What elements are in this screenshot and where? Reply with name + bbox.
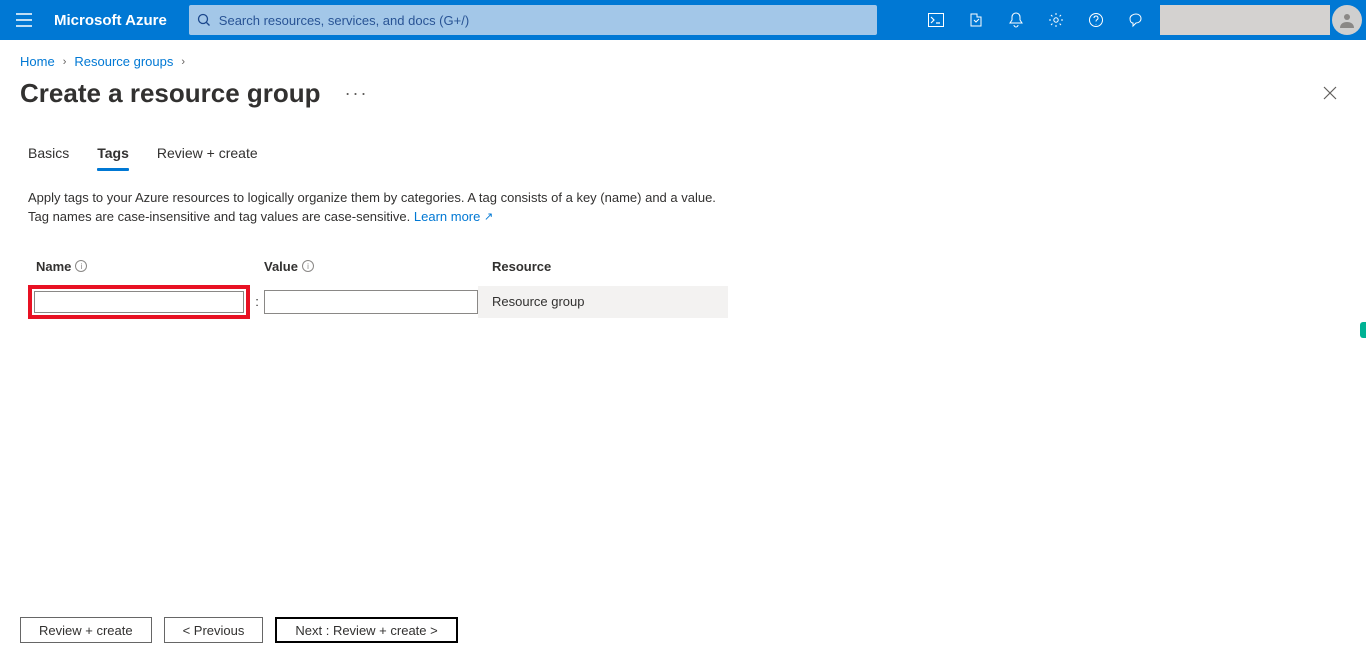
chevron-right-icon: › [63, 56, 67, 68]
column-header-resource: Resource [492, 259, 551, 274]
external-link-icon: ↗ [484, 211, 493, 223]
user-avatar-icon[interactable] [1332, 5, 1362, 35]
side-tab-indicator[interactable] [1360, 322, 1366, 338]
page-title: Create a resource group [20, 78, 321, 109]
chevron-right-icon: › [181, 56, 185, 68]
breadcrumb-resource-groups[interactable]: Resource groups [74, 54, 173, 69]
desc-line1: Apply tags to your Azure resources to lo… [28, 190, 716, 205]
tag-separator: : [250, 286, 264, 318]
tags-table-header: Name i Value i Resource [28, 259, 728, 286]
cloud-shell-icon[interactable] [916, 0, 956, 40]
info-icon[interactable]: i [75, 260, 87, 272]
top-bar: Microsoft Azure [0, 0, 1366, 40]
wizard-footer: Review + create < Previous Next : Review… [0, 617, 478, 643]
global-search-input[interactable] [219, 13, 869, 28]
breadcrumb-home[interactable]: Home [20, 54, 55, 69]
tab-basics[interactable]: Basics [28, 137, 69, 171]
tag-name-highlight [28, 285, 250, 319]
help-icon[interactable] [1076, 0, 1116, 40]
tab-tags[interactable]: Tags [97, 137, 129, 171]
tag-row: : Resource group [28, 286, 728, 318]
wizard-tabs: Basics Tags Review + create [0, 137, 1366, 171]
page-header: Create a resource group ··· [0, 75, 1366, 137]
settings-gear-icon[interactable] [1036, 0, 1076, 40]
tag-resource-label: Resource group [478, 294, 728, 309]
breadcrumb: Home › Resource groups › [0, 40, 1366, 75]
desc-line2: Tag names are case-insensitive and tag v… [28, 209, 414, 224]
global-search[interactable] [189, 5, 877, 35]
column-header-value: Value [264, 259, 298, 274]
close-blade-button[interactable] [1314, 77, 1346, 109]
review-create-button[interactable]: Review + create [20, 617, 152, 643]
previous-button[interactable]: < Previous [164, 617, 264, 643]
tags-description: Apply tags to your Azure resources to lo… [28, 189, 788, 227]
info-icon[interactable]: i [302, 260, 314, 272]
feedback-icon[interactable] [1116, 0, 1156, 40]
tag-value-input[interactable] [264, 290, 478, 314]
learn-more-link[interactable]: Learn more ↗ [414, 209, 493, 224]
search-icon [197, 13, 211, 27]
brand-label[interactable]: Microsoft Azure [48, 12, 189, 29]
column-header-name: Name [36, 259, 71, 274]
tags-table: Name i Value i Resource : Resource group [28, 259, 728, 318]
hamburger-menu-icon[interactable] [0, 0, 48, 40]
body-area: Apply tags to your Azure resources to lo… [0, 171, 1366, 318]
account-info-box[interactable] [1160, 5, 1330, 35]
next-button[interactable]: Next : Review + create > [275, 617, 457, 643]
more-actions-button[interactable]: ··· [331, 83, 383, 104]
notifications-icon[interactable] [996, 0, 1036, 40]
directories-icon[interactable] [956, 0, 996, 40]
tag-name-input[interactable] [34, 291, 244, 313]
tab-review-create[interactable]: Review + create [157, 137, 258, 171]
